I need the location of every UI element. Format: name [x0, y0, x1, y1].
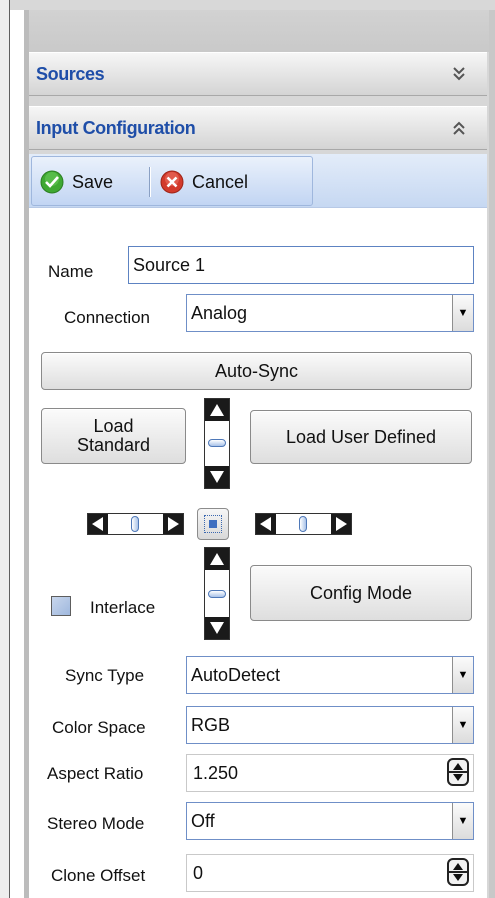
save-button[interactable]: Save: [40, 167, 113, 197]
spinner-divider: [449, 871, 467, 873]
cancel-label: Cancel: [192, 171, 249, 192]
horizontal-scroll-thumb[interactable]: [131, 516, 139, 532]
toolbar-button-group: Save Cancel: [31, 156, 313, 206]
chevron-double-down-icon[interactable]: [449, 64, 469, 84]
arrow-right-icon[interactable]: [331, 514, 351, 534]
aspect-ratio-stepper[interactable]: 1.250: [186, 754, 474, 792]
sync-type-select-value: AutoDetect: [191, 664, 281, 685]
accordion-title-input-configuration: Input Configuration: [36, 118, 196, 138]
accordion-header-sources[interactable]: Sources: [29, 52, 487, 96]
connection-label: Connection: [64, 308, 151, 327]
connection-select[interactable]: Analog ▼: [186, 294, 474, 332]
horizontal-size-control[interactable]: [255, 513, 352, 535]
sync-type-select[interactable]: AutoDetect ▼: [186, 656, 474, 694]
load-standard-label-line2: Standard: [76, 435, 151, 455]
load-user-defined-button[interactable]: Load User Defined: [250, 410, 472, 464]
center-target-icon: [204, 515, 222, 533]
clone-offset-value: 0: [193, 862, 204, 883]
arrow-down-icon[interactable]: [205, 466, 229, 488]
clone-offset-label: Clone Offset: [51, 866, 146, 885]
auto-sync-label: Auto-Sync: [214, 360, 299, 381]
auto-sync-button[interactable]: Auto-Sync: [41, 352, 472, 390]
window-top-border: [0, 0, 495, 10]
arrow-left-icon[interactable]: [88, 514, 108, 534]
name-label: Name: [48, 262, 94, 281]
accordion-title-sources: Sources: [36, 64, 105, 84]
panel-top-gap: [24, 10, 495, 52]
aspect-ratio-label: Aspect Ratio: [47, 764, 144, 783]
window-left-border: [9, 0, 10, 898]
color-space-select[interactable]: RGB ▼: [186, 706, 474, 744]
chevron-down-icon[interactable]: ▼: [452, 295, 473, 331]
clone-offset-stepper[interactable]: 0: [186, 854, 474, 892]
arrow-right-icon[interactable]: [163, 514, 183, 534]
color-space-label: Color Space: [52, 718, 146, 737]
center-position-button[interactable]: [197, 508, 229, 540]
arrow-down-icon[interactable]: [205, 617, 229, 639]
center-target-dot: [209, 520, 217, 528]
horizontal-position-control[interactable]: [87, 513, 184, 535]
load-standard-button[interactable]: Load Standard: [41, 408, 186, 464]
up-down-spinner-icon[interactable]: [447, 758, 469, 786]
vertical-size-thumb[interactable]: [208, 590, 226, 598]
up-down-spinner-icon[interactable]: [447, 858, 469, 886]
color-space-select-value: RGB: [191, 714, 231, 735]
vertical-scroll-thumb[interactable]: [208, 439, 226, 447]
interlace-label: Interlace: [90, 598, 156, 617]
save-label: Save: [72, 171, 114, 192]
stereo-mode-select-value: Off: [191, 810, 215, 831]
stereo-mode-select[interactable]: Off ▼: [186, 802, 474, 840]
chevron-down-icon[interactable]: ▼: [452, 657, 473, 693]
panel-right-edge: [489, 10, 495, 898]
arrow-up-icon[interactable]: [205, 548, 229, 570]
red-x-icon: [160, 170, 184, 194]
load-user-defined-label: Load User Defined: [285, 426, 437, 447]
green-check-icon: [40, 170, 64, 194]
config-mode-button[interactable]: Config Mode: [250, 565, 472, 621]
connection-select-value: Analog: [191, 302, 248, 323]
arrow-up-icon[interactable]: [205, 399, 229, 421]
arrow-left-icon[interactable]: [256, 514, 276, 534]
vertical-size-control[interactable]: [204, 547, 230, 640]
sync-type-label: Sync Type: [65, 666, 145, 685]
interlace-checkbox[interactable]: [51, 596, 71, 616]
stereo-mode-label: Stereo Mode: [47, 814, 145, 833]
config-mode-label: Config Mode: [309, 582, 413, 603]
toolbar-separator-highlight: [150, 167, 151, 197]
accordion-header-input-configuration[interactable]: Input Configuration: [29, 106, 487, 150]
load-standard-label-line1: Load: [93, 416, 134, 436]
cancel-button[interactable]: Cancel: [160, 167, 248, 197]
spinner-divider: [449, 771, 467, 773]
aspect-ratio-value: 1.250: [193, 762, 239, 783]
chevron-down-icon[interactable]: ▼: [452, 707, 473, 743]
horizontal-size-thumb[interactable]: [299, 516, 307, 532]
toolbar: Save Cancel: [29, 154, 487, 208]
name-field-value: Source 1: [133, 254, 206, 275]
chevron-down-icon[interactable]: ▼: [452, 803, 473, 839]
chevron-double-up-icon[interactable]: [449, 118, 469, 138]
vertical-position-control[interactable]: [204, 398, 230, 489]
name-field[interactable]: Source 1: [128, 246, 474, 284]
